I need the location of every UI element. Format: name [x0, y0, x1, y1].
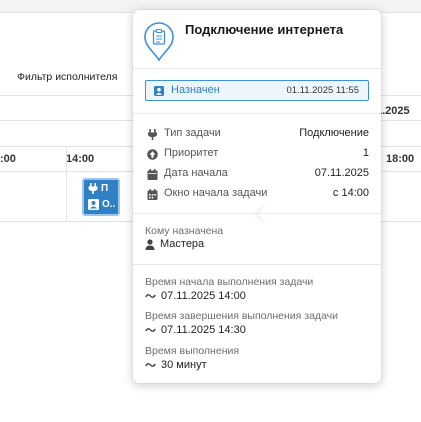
- calendar-icon: [147, 169, 158, 180]
- duration-text: 30 минут: [161, 359, 207, 371]
- prop-label: Тип задачи: [164, 127, 221, 139]
- prop-value: Подключение: [299, 127, 369, 139]
- divider: [133, 264, 381, 265]
- assigned-label: Кому назначена: [145, 225, 224, 237]
- task-clipboard-icon: [144, 22, 174, 62]
- priority-icon: [147, 149, 158, 160]
- date-header: 1.2025: [376, 105, 410, 117]
- contact-icon: [154, 86, 164, 96]
- popup-pointer: [257, 205, 275, 223]
- assigned-name: Мастера: [160, 238, 205, 250]
- end-time-value: 07.11.2025 14:30: [145, 324, 246, 336]
- plug-icon: [88, 183, 98, 194]
- prop-label: Окно начала задачи: [164, 187, 268, 199]
- contact-icon: [88, 199, 99, 210]
- status-date: 01.11.2025 11:55: [286, 85, 359, 96]
- start-date-row: Дата начала 07.11.2025: [147, 167, 369, 183]
- prop-value: 07.11.2025: [314, 167, 369, 179]
- divider: [133, 213, 381, 214]
- executor-filter-label[interactable]: Фильтр исполнителя: [17, 71, 117, 83]
- priority-row: Приоритет 1: [147, 147, 369, 163]
- start-time-text: 07.11.2025 14:00: [161, 290, 246, 302]
- prop-value: с 14:00: [332, 187, 369, 199]
- start-time-value: 07.11.2025 14:00: [145, 290, 246, 302]
- task-card[interactable]: П О..: [82, 178, 120, 216]
- task-card-type: П: [101, 183, 109, 194]
- task-type-row: Тип задачи Подключение: [147, 127, 369, 143]
- plug-icon: [148, 129, 157, 140]
- start-window-row: Окно начала задачи с 14:00: [147, 187, 369, 203]
- time-label: 14:00: [66, 153, 95, 165]
- start-time-label: Время начала выполнения задачи: [145, 276, 314, 288]
- prop-label: Дата начала: [164, 167, 228, 179]
- person-icon: [145, 238, 155, 250]
- popup-title: Подключение интернета: [185, 22, 344, 37]
- status-label: Назначен: [171, 84, 220, 96]
- approx-icon: [145, 363, 156, 367]
- calendar-range-icon: [147, 189, 158, 200]
- duration-label: Время выполнения: [145, 345, 240, 357]
- assigned-value: Мастера: [145, 238, 204, 250]
- approx-icon: [145, 294, 156, 298]
- task-card-assignee: О..: [102, 199, 116, 210]
- end-time-text: 07.11.2025 14:30: [161, 324, 246, 336]
- approx-icon: [145, 328, 156, 332]
- divider: [133, 113, 381, 114]
- task-details-popup: Подключение интернета Назначен 01.11.202…: [133, 10, 381, 383]
- prop-label: Приоритет: [164, 147, 219, 159]
- divider: [133, 68, 381, 69]
- time-label: :00: [0, 153, 16, 165]
- duration-value: 30 минут: [145, 359, 207, 371]
- prop-value: 1: [362, 147, 369, 159]
- status-badge: Назначен 01.11.2025 11:55: [145, 80, 369, 101]
- time-label: 18:00: [386, 153, 415, 165]
- grid-line: [66, 146, 67, 221]
- end-time-label: Время завершения выполнения задачи: [145, 310, 339, 322]
